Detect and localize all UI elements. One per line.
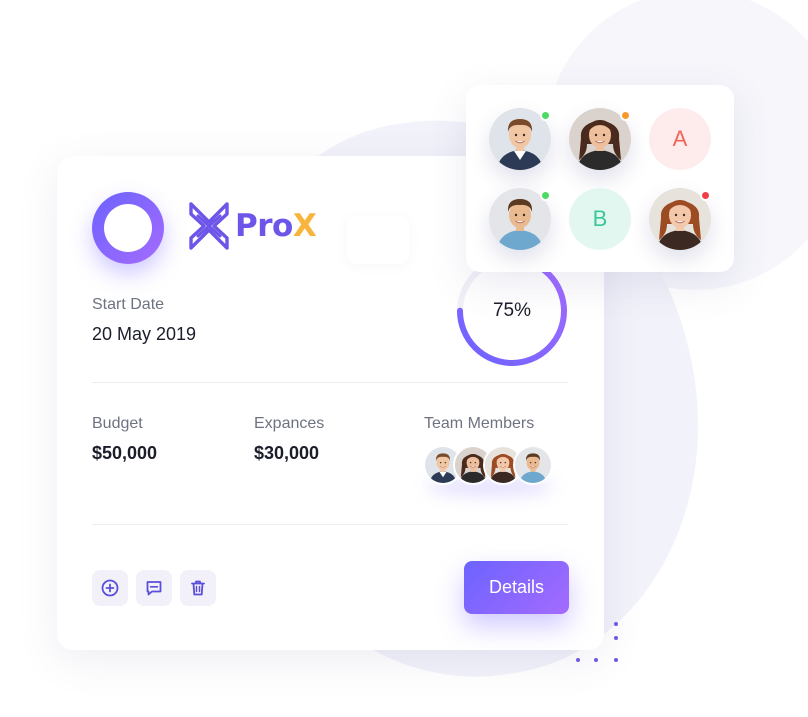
status-indicator [620, 110, 631, 121]
status-indicator [540, 110, 551, 121]
member-avatar[interactable] [489, 188, 551, 250]
add-icon [101, 579, 119, 597]
prox-logo-icon [189, 202, 229, 250]
comment-button[interactable] [136, 570, 172, 606]
member-initial: B [569, 188, 631, 250]
member-initial: A [649, 108, 711, 170]
member-avatar[interactable]: B [569, 188, 631, 250]
member-avatar[interactable] [649, 188, 711, 250]
team-avatar-stack[interactable] [423, 445, 563, 497]
status-indicator [540, 190, 551, 201]
team-member-avatar[interactable] [513, 445, 553, 485]
trash-icon [191, 580, 205, 596]
brand-name: ProX [235, 208, 317, 244]
budget-label: Budget [92, 415, 143, 432]
details-button[interactable]: Details [464, 561, 569, 614]
member-avatar[interactable] [569, 108, 631, 170]
team-members-label: Team Members [424, 415, 535, 432]
member-avatar[interactable]: A [649, 108, 711, 170]
member-avatar[interactable] [489, 108, 551, 170]
start-date-label: Start Date [92, 296, 165, 313]
add-button[interactable] [92, 570, 128, 606]
brand-name-pro: Pro [235, 208, 293, 244]
placeholder-bar [347, 216, 409, 264]
expenses-label: Expances [254, 415, 325, 432]
divider [92, 524, 568, 525]
brand-logo: ProX [187, 200, 317, 252]
status-indicator [700, 190, 711, 201]
budget-value: $50,000 [92, 443, 158, 463]
brand-name-x: X [292, 208, 317, 244]
expenses-value: $30,000 [254, 443, 320, 463]
comment-icon [146, 581, 162, 596]
delete-button[interactable] [180, 570, 216, 606]
project-ring-icon [92, 192, 164, 264]
start-date-value: 20 May 2019 [92, 324, 197, 344]
divider [92, 382, 568, 383]
members-panel: AB [466, 85, 734, 272]
